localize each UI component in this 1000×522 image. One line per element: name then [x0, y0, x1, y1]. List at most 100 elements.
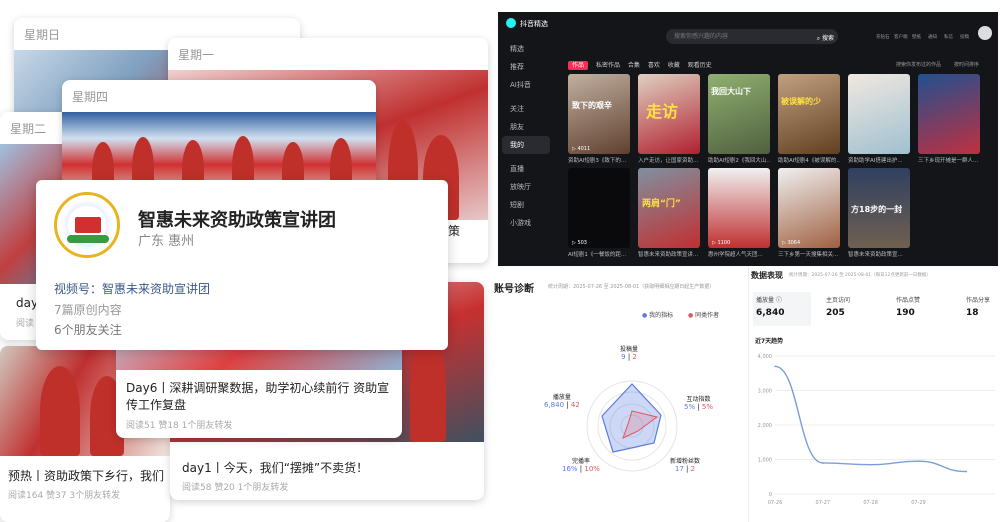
search-input[interactable]: 搜索你感兴趣的内容 ⌕ 搜索 — [666, 29, 838, 44]
video-thumb[interactable]: 走访 — [638, 74, 700, 154]
video-thumb[interactable]: ▷ 503 — [568, 168, 630, 248]
article-meta: 阅读164 赞37 3个朋友转发 — [8, 491, 121, 501]
day-label: 星期一 — [178, 48, 215, 62]
tab-shoucang[interactable]: 收藏 — [668, 62, 680, 69]
data-performance-panel: 数据表现 统计周期：2025-07-26 至 2025-08-01（每日12点更… — [748, 266, 1000, 522]
y-tick-label: 3,000 — [758, 389, 772, 395]
stat-likes[interactable]: 作品点赞 190 — [893, 292, 951, 326]
stat-shares[interactable]: 作品分享 18 — [963, 292, 1000, 326]
view-count: ▷ 503 — [572, 240, 587, 246]
video-thumb[interactable]: 致下的艰辛 ▷ 4011 — [568, 74, 630, 154]
top-icon[interactable]: 投稿 — [960, 34, 969, 40]
video-overlay: 方18步的一封 — [851, 205, 903, 214]
video-thumb[interactable] — [848, 74, 910, 154]
trend-title: 近7天趋势 — [755, 338, 784, 345]
friend-follow-count: 6个朋友关注 — [54, 323, 122, 337]
top-icon[interactable]: 通知 — [928, 34, 937, 40]
sidebar-item-xiaoyouxi[interactable]: 小游戏 — [498, 214, 554, 232]
account-profile-card[interactable]: 智惠未来资助政策宣讲团 广东 惠州 视频号：智惠未来资助宣讲团 7篇原创内容 6… — [36, 180, 448, 350]
top-icon[interactable]: 私信 — [944, 34, 953, 40]
douyin-logo-icon — [506, 18, 516, 28]
video-caption: AI短剧1《一餐饭的距... — [568, 252, 627, 258]
partial-title: day — [16, 296, 39, 310]
article-meta: 阅读58 赞20 1个朋友转发 — [182, 483, 289, 493]
video-overlay: 我回大山下 — [711, 87, 751, 96]
douyin-window: 抖音精选 搜索你感兴趣的内容 ⌕ 搜索 充钻石 客户端 壁纸 通知 私信 投稿 … — [498, 12, 998, 266]
trend-point — [822, 462, 824, 464]
view-count: ▷ 4011 — [572, 146, 591, 152]
tab-xihuan[interactable]: 喜欢 — [648, 62, 660, 69]
sidebar-item-wode[interactable]: 我的 — [502, 136, 550, 154]
video-caption: 入户走访，让国家资助... — [638, 158, 699, 164]
sidebar-item-fangyingting[interactable]: 放映厅 — [498, 178, 554, 196]
sidebar-item-pengyou[interactable]: 朋友 — [498, 118, 554, 136]
video-caption: 助助AI短剧4《被误解的... — [778, 158, 840, 164]
video-caption: 智惠未来资助政策宣讲... — [638, 252, 699, 258]
sidebar-item-ai[interactable]: AI抖音 — [498, 76, 554, 94]
day-label: 星期四 — [72, 90, 109, 104]
sidebar-item-tuijian[interactable]: 推荐 — [498, 58, 554, 76]
video-caption: 惠州学院超人气天团... — [708, 252, 763, 258]
sidebar-item-jingxuan[interactable]: 精选 — [498, 40, 554, 58]
partial-meta: 阅读 — [16, 319, 35, 329]
video-thumb[interactable]: 方18步的一封 — [848, 168, 910, 248]
sort-select[interactable]: 按时间排序 — [954, 61, 979, 68]
day-label: 星期二 — [10, 122, 47, 136]
stat-plays[interactable]: 播放量 ⓘ 6,840 — [753, 292, 811, 326]
video-channel-link[interactable]: 视频号：智惠未来资助宣讲团 — [54, 280, 210, 297]
stat-visits[interactable]: 主页访问 205 — [823, 292, 881, 326]
sidebar-item-zhibo[interactable]: 直播 — [498, 160, 554, 178]
video-thumb[interactable]: ▷ 1100 — [708, 168, 770, 248]
performance-title: 数据表现 — [751, 271, 783, 280]
work-filter[interactable]: 搜索你发布过的作品 — [896, 61, 941, 68]
video-thumb[interactable]: 两肩“门” — [638, 168, 700, 248]
trend-point — [917, 460, 920, 463]
sidebar: 精选 推荐 AI抖音 关注 朋友 我的 直播 放映厅 短剧 小游戏 — [498, 40, 554, 266]
y-tick-label: 1,000 — [758, 458, 772, 464]
sidebar-item-guanzhu[interactable]: 关注 — [498, 100, 554, 118]
account-logo — [54, 192, 120, 258]
x-tick-label: 07-27 — [816, 500, 831, 506]
video-thumb[interactable]: 我回大山下 — [708, 74, 770, 154]
trend-series-line — [774, 365, 967, 473]
x-tick-label: 07-26 — [768, 500, 783, 506]
video-overlay: 走访 — [646, 102, 679, 121]
performance-period: 统计周期：2025-07-26 至 2025-08-01（每日12点更新前一日数… — [789, 273, 931, 278]
tab-lishi[interactable]: 观看历史 — [688, 62, 712, 69]
article-title: 预热丨资助政策下乡行，我们 — [8, 469, 165, 483]
video-caption: 资助AI短剧3《致下的... — [568, 158, 627, 164]
video-caption: 三下乡现开摊是一群人... — [918, 158, 979, 164]
account-diagnosis-panel: 账号诊断 统计周期：2025-07-26 至 2025-08-01（获取明细相应… — [492, 276, 746, 522]
trend-point — [965, 470, 968, 473]
tab-heji[interactable]: 合集 — [628, 62, 640, 69]
trend-point — [774, 365, 776, 368]
tab-simi[interactable]: 私密作品 — [596, 62, 620, 69]
video-overlay: 被误解的少 — [781, 97, 821, 106]
search-button[interactable]: ⌕ 搜索 — [817, 31, 834, 46]
y-tick-label: 4,000 — [758, 354, 772, 360]
video-caption: 资助助学AI搭建出护... — [848, 158, 903, 164]
radar-label-hudong: 互动指数 5% | 5% — [684, 396, 714, 411]
video-caption: 智惠未来资助政策宣... — [848, 252, 903, 258]
video-thumb[interactable] — [918, 74, 980, 154]
video-thumb[interactable]: ▷ 3064 — [778, 168, 840, 248]
article-meta: 阅读51 赞18 1个朋友转发 — [126, 421, 233, 431]
top-icon[interactable]: 客户端 — [894, 34, 908, 40]
original-post-count: 7篇原创内容 — [54, 303, 122, 317]
top-icon[interactable]: 壁纸 — [912, 34, 921, 40]
top-icon[interactable]: 充钻石 — [876, 34, 890, 40]
radar-label-tougao: 投稿量 9 | 2 — [620, 346, 639, 361]
x-tick-label: 07-28 — [863, 500, 878, 506]
video-overlay: 致下的艰辛 — [572, 101, 612, 110]
sidebar-item-duanju[interactable]: 短剧 — [498, 196, 554, 214]
video-thumb[interactable]: 被误解的少 — [778, 74, 840, 154]
account-location: 广东 惠州 — [138, 234, 195, 249]
avatar[interactable] — [978, 26, 992, 40]
article-title: day1丨今天，我们“摆摊”不卖货！ — [182, 461, 369, 475]
tab-bar: 作品 私密作品 合集 喜欢 收藏 观看历史 — [568, 60, 712, 70]
tab-zuopin[interactable]: 作品 — [568, 61, 589, 70]
radar-label-fensi: 新增粉丝数 17 | 2 — [670, 458, 701, 473]
view-count: ▷ 3064 — [782, 240, 801, 246]
radar-label-wanbo: 完播率 16% | 10% — [562, 458, 600, 473]
video-caption: 三下乡第一天搜集相关... — [778, 252, 839, 258]
